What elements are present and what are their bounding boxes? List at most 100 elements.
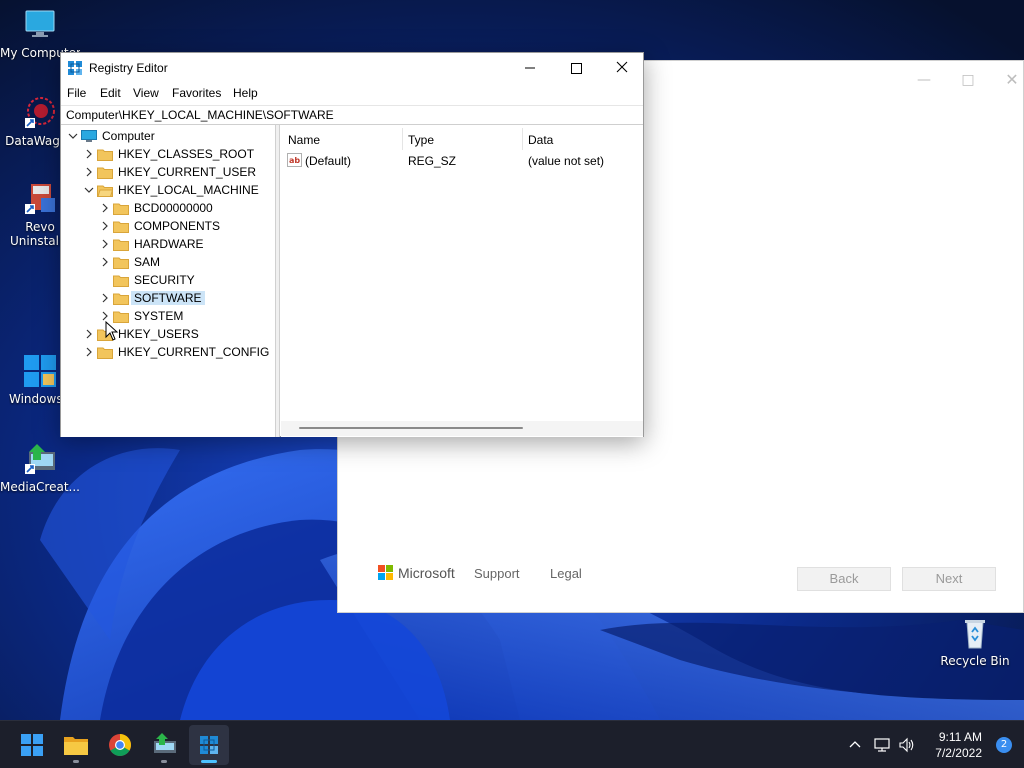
minimize-button[interactable] [507,53,553,83]
tree-label: BCD00000000 [134,201,213,215]
close-icon[interactable]: ✕ [992,67,1024,93]
chevron-right-icon[interactable] [84,166,94,178]
registry-tree[interactable]: Computer HKEY_CLASSES_ROOT HKEY_CURRENT_… [61,125,276,437]
menu-file[interactable]: File [67,86,86,100]
registry-editor-icon [200,736,218,754]
mouse-cursor-icon [105,321,119,341]
horizontal-scrollbar[interactable] [281,421,643,436]
column-header-name[interactable]: Name [288,133,320,147]
monitor-icon [23,8,57,42]
tree-label: HKEY_USERS [118,327,199,341]
support-link[interactable]: Support [474,566,520,581]
window-title: Registry Editor [89,61,168,75]
start-button[interactable] [12,725,52,765]
maximize-button[interactable] [553,53,599,83]
tree-item-software[interactable]: SOFTWARE [61,289,276,307]
column-header-data[interactable]: Data [528,133,553,147]
chevron-right-icon[interactable] [100,292,110,304]
maximize-icon[interactable]: □ [948,67,988,93]
chevron-right-icon[interactable] [100,238,110,250]
taskbar-registry-editor[interactable] [189,725,229,765]
folder-icon [113,203,129,215]
microsoft-brand: Microsoft [398,565,455,581]
tree-label: HKEY_LOCAL_MACHINE [118,183,259,197]
column-separator[interactable] [522,128,523,150]
title-bar[interactable]: Registry Editor [61,53,643,83]
tree-item-hkey-classes-root[interactable]: HKEY_CLASSES_ROOT [61,145,276,163]
chevron-down-icon[interactable] [68,130,78,142]
tree-item-system[interactable]: SYSTEM [61,307,276,325]
desktop-icon-recycle-bin[interactable]: Recycle Bin [935,616,1015,668]
menu-favorites[interactable]: Favorites [172,86,221,100]
microsoft-logo-icon [378,565,394,581]
registry-editor-window[interactable]: Registry Editor File Edit View Favorites… [60,52,644,437]
taskbar-file-explorer[interactable] [56,725,96,765]
address-bar[interactable]: Computer\HKEY_LOCAL_MACHINE\SOFTWARE [61,105,643,125]
menu-edit[interactable]: Edit [100,86,121,100]
chevron-right-icon[interactable] [84,328,94,340]
chevron-up-icon[interactable] [846,736,864,754]
clock-time: 9:11 AM [938,730,982,744]
tree-item-security[interactable]: SECURITY [61,271,276,289]
volume-icon[interactable] [898,736,916,754]
running-indicator [73,760,79,763]
tree-label: HKEY_CURRENT_CONFIG [118,345,270,359]
setup-footer: Microsoft Support Legal Back Next [378,563,1023,593]
minimize-icon [525,67,535,69]
tree-item-hkey-current-user[interactable]: HKEY_CURRENT_USER [61,163,276,181]
notification-badge[interactable]: 2 [996,737,1012,753]
tree-label: SAM [134,255,161,269]
chevron-right-icon[interactable] [100,202,110,214]
taskbar-chrome[interactable] [100,725,140,765]
tree-label-selected: SOFTWARE [131,291,205,305]
column-header-type[interactable]: Type [408,133,434,147]
tree-item-hkey-users[interactable]: HKEY_USERS [61,325,276,343]
tree-item-hkey-local-machine[interactable]: HKEY_LOCAL_MACHINE [61,181,276,199]
back-button[interactable]: Back [797,567,891,591]
chevron-down-icon[interactable] [84,184,94,196]
clock-date: 7/2/2022 [935,746,982,760]
tree-item-computer[interactable]: Computer [61,127,276,145]
legal-link[interactable]: Legal [550,566,582,581]
network-icon[interactable] [873,736,891,754]
pane-splitter[interactable] [276,125,280,437]
windows-logo-icon [23,354,57,388]
tree-label: SYSTEM [134,309,184,323]
values-list[interactable]: Name Type Data ab (Default) REG_SZ (valu… [281,125,643,437]
tree-label: HARDWARE [134,237,204,251]
tree-item-components[interactable]: COMPONENTS [61,217,276,235]
registry-editor-icon [68,61,82,75]
desktop-icon-mediacreationtool[interactable]: MediaCreat... [0,442,80,494]
desktop-icon-label: MediaCreat... [0,480,80,494]
taskbar-media-creation-tool[interactable] [144,725,184,765]
string-value-icon: ab [287,153,302,167]
minimize-icon[interactable]: — [904,67,944,93]
maximize-icon [571,63,582,74]
file-explorer-icon [64,737,88,755]
tree-item-hardware[interactable]: HARDWARE [61,235,276,253]
system-clock[interactable]: 9:11 AM 7/2/2022 [935,729,982,761]
chevron-right-icon[interactable] [100,256,110,268]
recycle-bin-icon [958,616,992,650]
chevron-right-icon[interactable] [84,148,94,160]
close-button[interactable] [599,53,645,83]
chevron-right-icon[interactable] [100,220,110,232]
media-creation-tool-icon [154,733,176,753]
taskbar: 9:11 AM 7/2/2022 2 [0,720,1024,768]
next-button[interactable]: Next [902,567,996,591]
value-name: (Default) [305,154,352,168]
chevron-right-icon[interactable] [84,346,94,358]
tree-label: SECURITY [134,273,195,287]
column-separator[interactable] [402,128,403,150]
menu-view[interactable]: View [133,86,159,100]
scrollbar-thumb[interactable] [299,427,523,429]
tree-item-hkey-current-config[interactable]: HKEY_CURRENT_CONFIG [61,343,276,361]
menu-help[interactable]: Help [233,86,258,100]
tree-label: COMPONENTS [134,219,221,233]
tree-label: Computer [102,129,155,143]
tree-item-sam[interactable]: SAM [61,253,276,271]
tree-item-bcd00000000[interactable]: BCD00000000 [61,199,276,217]
computer-icon [81,130,97,142]
tree-label: HKEY_CLASSES_ROOT [118,147,255,161]
folder-open-icon [97,185,113,197]
